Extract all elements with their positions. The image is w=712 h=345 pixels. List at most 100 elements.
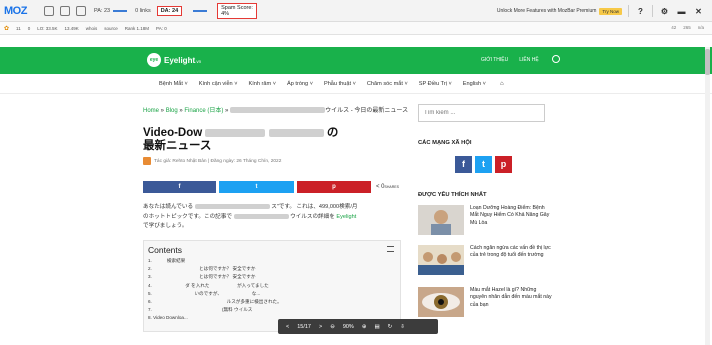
export-icon[interactable] [76, 5, 86, 16]
toc-item[interactable]: 8. Video Downloa... [148, 314, 282, 322]
social-links: f t p [455, 156, 515, 173]
nav-item-kinh-ram[interactable]: Kính râm ˅ [248, 81, 276, 87]
mozbar-stat: PA: 0 [156, 25, 167, 31]
page-analysis-icon[interactable] [44, 5, 54, 16]
article-meta: Tác giả: Rehto Nhật Bản | Đăng ngày: 26 … [143, 157, 281, 165]
eyelight-link[interactable]: Eyelight [336, 214, 356, 220]
share-count: < 0SHARES [376, 184, 399, 190]
share-twitter-button[interactable]: t [219, 181, 294, 193]
share-pinterest-button[interactable]: p [297, 181, 371, 193]
sidebar-search-input[interactable] [418, 104, 545, 122]
try-now-button[interactable]: Try Now [599, 7, 622, 15]
whois-link[interactable]: whois [86, 26, 98, 31]
toc-item[interactable]: 4. ダ を入れた が入ってました [148, 282, 282, 290]
popular-heading: ĐƯỢC YÊU THÍCH NHẤT [418, 192, 487, 198]
next-page-button[interactable]: > [319, 324, 322, 330]
fit-page-icon[interactable]: ▤ [374, 324, 379, 330]
facebook-icon[interactable]: f [455, 156, 472, 173]
zoom-level: 90% [342, 323, 354, 330]
breadcrumb: Home » Blog » Finance (日本) » ウイルス - 今日の最… [143, 107, 409, 114]
author-link[interactable]: Rehto Nhật Bản [172, 159, 206, 164]
search-icon[interactable] [552, 55, 560, 63]
site-header: eye Eyelight.vn GIỚI THIỆU LIÊN HỆ [0, 47, 712, 74]
contact-link[interactable]: LIÊN HỆ [519, 57, 538, 63]
da-bar [190, 9, 208, 12]
breadcrumb-category[interactable]: Finance (日本) [184, 108, 223, 114]
settings-gear-icon[interactable]: ⚙ [659, 6, 670, 17]
mozbar-stat: 11 [16, 25, 21, 31]
popular-thumbnail [418, 205, 464, 235]
zoom-out-icon[interactable]: ⊖ [330, 324, 335, 330]
close-icon[interactable]: ✕ [693, 6, 704, 17]
breadcrumb-current: ウイルス - 今日の最新ニュース [325, 108, 409, 114]
article-title: Video-Dow の 最新ニュース [143, 127, 339, 152]
nav-item-ap-trong[interactable]: Áp tròng ˅ [287, 81, 313, 87]
pdf-viewer-toolbar: < 15/17 > ⊖ 90% ⊕ ▤ ↻ ⇩ [278, 319, 438, 334]
mozbar-second-row: ✿ 11 0 LO: 33.5K 13.49K whois source Ran… [0, 22, 712, 35]
site-logo-text: Eyelight.vn [164, 55, 202, 65]
mozbar: MOZ PA: 23 0 links DA: 24 Spam Score: 4%… [0, 0, 712, 22]
rotate-icon[interactable]: ↻ [388, 324, 393, 330]
author-avatar [143, 157, 151, 165]
source-link[interactable]: source [104, 26, 118, 31]
page-scrollbar[interactable] [705, 47, 710, 345]
unlock-premium-text: Unlock More Features with MozBar Premium [496, 8, 597, 14]
toc-item[interactable]: 2. とは何ですか？ 安全ですか [148, 265, 282, 273]
toc-item[interactable]: 3. とは何ですか？ 安全ですか [148, 273, 282, 281]
help-button[interactable]: ? [635, 6, 646, 17]
redacted-text [230, 107, 326, 114]
mozbar-row2-right: 42 265 n/a [664, 25, 704, 30]
minimize-icon[interactable]: ▬ [676, 6, 687, 17]
toc-toggle-icon[interactable] [387, 246, 394, 252]
nav-item-phau-thuat[interactable]: Phẫu thuật ˅ [324, 81, 356, 87]
mozbar-stat: n/a [697, 25, 704, 30]
zoom-in-icon[interactable]: ⊕ [362, 324, 367, 330]
mozbar-stat: 265 [683, 25, 691, 30]
spam-score: Spam Score: 4% [217, 2, 257, 19]
article-intro: あなたは読んでいる ス"です。 これは、499,000検索/月 のホットトピック… [143, 204, 358, 229]
about-link[interactable]: GIỚI THIỆU [481, 57, 508, 63]
mozbar-logo[interactable]: MOZ [4, 5, 38, 17]
popular-post-title[interactable]: Cách ngăn ngừa các vấn đề thị lực của tr… [470, 245, 552, 260]
mozbar-rank: Rank 1.18M [124, 25, 150, 31]
popular-thumbnail [418, 287, 464, 317]
toc-list: 1. 検索結果 2. とは何ですか？ 安全ですか 3. とは何ですか？ 安全です… [148, 257, 282, 323]
popular-post-title[interactable]: Màu mắt Hazel là gì? Những nguyên nhân d… [470, 287, 552, 309]
nav-item-cham-soc-mat[interactable]: Chăm sóc mắt ˅ [367, 81, 408, 87]
breadcrumb-blog[interactable]: Blog [166, 108, 178, 114]
pinterest-icon[interactable]: p [495, 156, 512, 173]
scrollbar-thumb[interactable] [705, 49, 710, 75]
toc-title: Contents [148, 245, 183, 255]
spam-score-value: 4% [221, 10, 230, 17]
download-icon[interactable]: ⇩ [400, 324, 405, 330]
toc-item[interactable]: 7. (無料 ウイルス [148, 306, 282, 314]
site-logo[interactable]: eye Eyelight.vn [147, 53, 201, 67]
highlight-pen-icon[interactable] [60, 5, 70, 16]
page-indicator: 15/17 [297, 323, 311, 330]
links-count: 0 links [135, 7, 151, 14]
toc-item[interactable]: 6. ルスが多重に検出された。 [148, 298, 282, 306]
prev-page-button[interactable]: < [286, 324, 289, 330]
toc-item[interactable]: 5. いのですが、 な... [148, 290, 282, 298]
mozbar-stat: 13.49K [64, 25, 79, 31]
popular-thumbnail [418, 245, 464, 275]
toc-item[interactable]: 1. 検索結果 [148, 257, 282, 265]
main-nav: Bệnh Mắt ˅ Kính cận viễn ˅ Kính râm ˅ Áp… [0, 74, 712, 94]
nav-item-kinh-can-vien[interactable]: Kính cận viễn ˅ [199, 81, 238, 87]
home-icon[interactable]: ⌂ [500, 81, 504, 87]
domain-authority: DA: 24 [156, 5, 183, 16]
popular-post-title[interactable]: Loạn Dưỡng Hoàng Điểm: Bệnh Mắt Nguy Hiể… [470, 205, 552, 227]
nav-item-benh-mat[interactable]: Bệnh Mắt ˅ [159, 81, 188, 87]
nav-item-sp-dieu-tri[interactable]: SP Điều Trị ˅ [419, 81, 452, 87]
twitter-icon[interactable]: t [475, 156, 492, 173]
mozbar-right: Unlock More Features with MozBar Premium… [497, 5, 704, 17]
page-authority: PA: 23 [94, 8, 128, 14]
breadcrumb-home[interactable]: Home [143, 108, 159, 114]
share-facebook-button[interactable]: f [143, 181, 216, 193]
mozbar-settings-icon[interactable]: ✿ [4, 25, 9, 32]
mozbar-stat: 42 [671, 25, 677, 30]
post-date: 26 Tháng Chín, 2022 [236, 158, 282, 164]
mozbar-stat: 0 [27, 25, 31, 31]
nav-item-english[interactable]: English ˅ [463, 81, 486, 87]
social-heading: CÁC MẠNG XÃ HỘI [418, 140, 472, 146]
